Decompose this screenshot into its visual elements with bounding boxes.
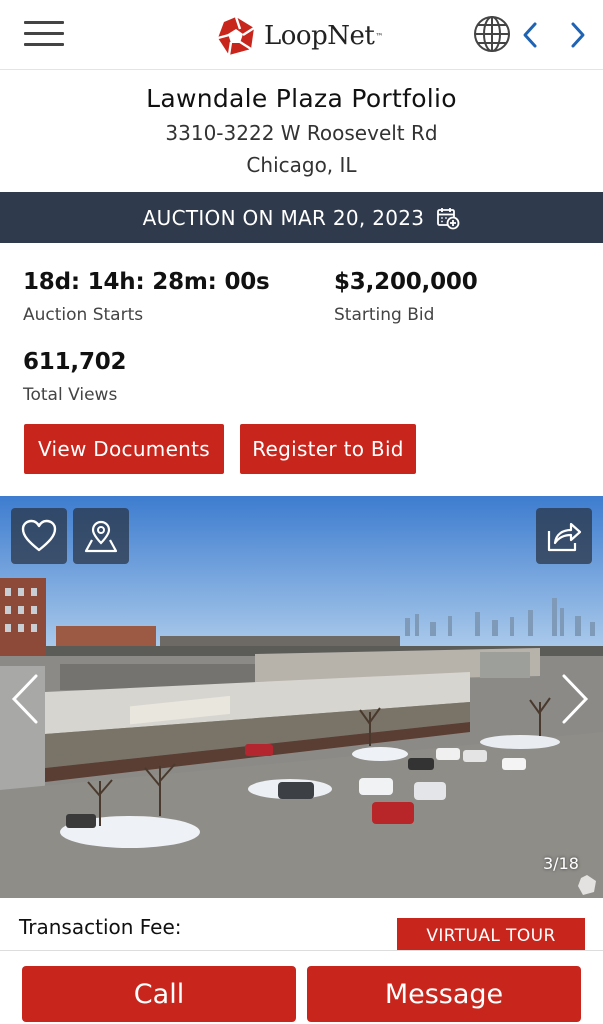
chevron-right-icon[interactable] [567, 20, 589, 50]
starting-bid-label: Starting Bid [334, 305, 435, 325]
loopnet-logo-icon [217, 16, 255, 56]
view-documents-button[interactable]: View Documents [24, 424, 224, 474]
transaction-fee-label: Transaction Fee: [19, 915, 182, 939]
call-button[interactable]: Call [22, 966, 296, 1022]
message-button[interactable]: Message [307, 966, 581, 1022]
share-button[interactable] [536, 508, 592, 564]
prev-photo-arrow-icon[interactable] [8, 672, 42, 726]
listing-header: Lawndale Plaza Portfolio 3310-3222 W Roo… [0, 70, 603, 192]
countdown-stat: 18d: 14h: 28m: 00s Auction Starts [23, 269, 270, 325]
views-value: 611,702 [23, 349, 127, 375]
trademark: ™ [375, 31, 384, 41]
register-to-bid-button[interactable]: Register to Bid [240, 424, 416, 474]
listing-address: 3310-3222 W Roosevelt Rd [165, 121, 438, 145]
listing-title: Lawndale Plaza Portfolio [146, 84, 457, 113]
auction-date: AUCTION ON MAR 20, 2023 [142, 205, 425, 230]
watermark-logo-icon [578, 875, 596, 895]
listing-city: Chicago, IL [246, 153, 357, 177]
bottom-action-bar: Call Message [0, 950, 603, 1024]
virtual-tour-button[interactable]: VIRTUAL TOUR [397, 918, 585, 954]
auction-banner: AUCTION ON MAR 20, 2023 [0, 192, 603, 243]
starting-bid-stat: $3,200,000 Starting Bid [334, 269, 478, 325]
auction-stats: 18d: 14h: 28m: 00s Auction Starts $3,200… [0, 243, 603, 496]
top-bar: LoopNet ™ [0, 0, 603, 70]
heart-icon [21, 519, 57, 552]
loopnet-logo[interactable]: LoopNet ™ [216, 16, 383, 56]
photo-gallery[interactable]: 3/18 [0, 496, 603, 898]
views-label: Total Views [23, 385, 118, 405]
map-pin-icon [84, 520, 118, 553]
globe-icon[interactable] [472, 14, 512, 54]
countdown-label: Auction Starts [23, 305, 144, 325]
share-icon [547, 522, 582, 552]
starting-bid-value: $3,200,000 [334, 269, 478, 295]
photo-counter: 3/18 [543, 854, 579, 873]
map-button[interactable] [73, 508, 129, 564]
countdown-value: 18d: 14h: 28m: 00s [23, 269, 270, 295]
brand-name: LoopNet [264, 21, 375, 51]
menu-icon[interactable] [24, 21, 64, 51]
calendar-add-icon[interactable] [436, 206, 460, 230]
chevron-left-icon[interactable] [519, 20, 541, 50]
views-stat: 611,702 Total Views [23, 349, 127, 405]
favorite-button[interactable] [11, 508, 67, 564]
next-photo-arrow-icon[interactable] [558, 672, 592, 726]
